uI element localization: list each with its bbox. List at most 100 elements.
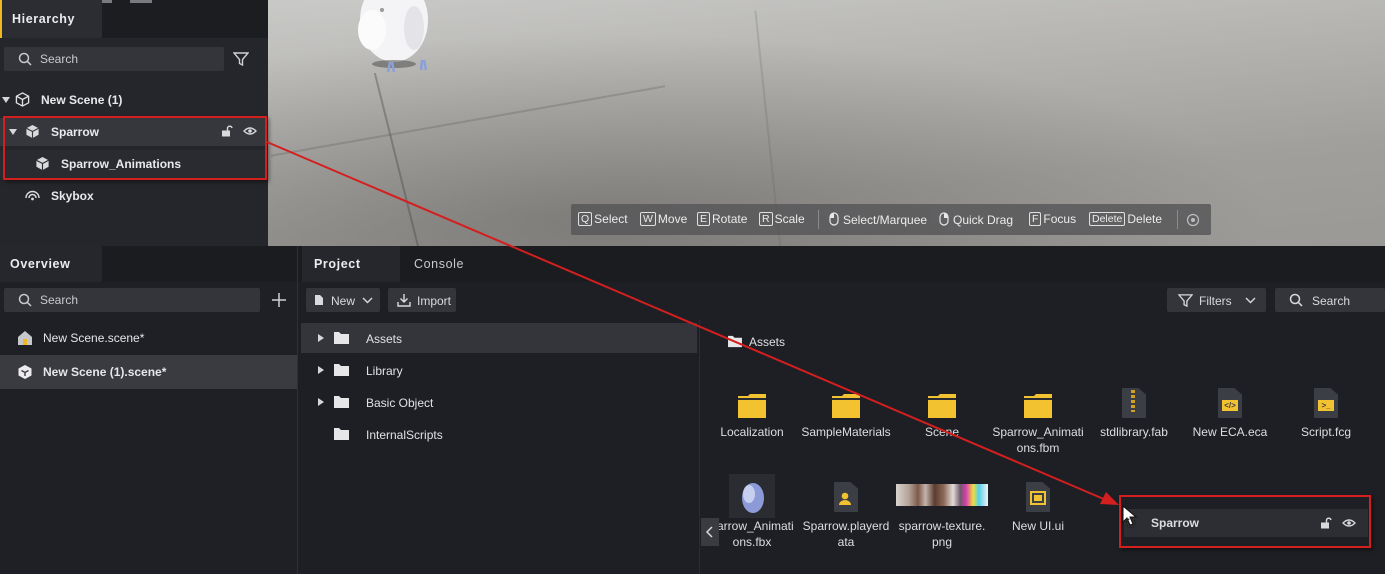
asset-label: Script.fcg [1300, 425, 1351, 439]
ground-crack [373, 72, 425, 246]
folder-label: Basic Object [366, 396, 434, 410]
project-search-input[interactable]: Search [1275, 288, 1385, 312]
asset-scene[interactable]: Scene [894, 378, 990, 440]
tab-console[interactable]: Console [402, 246, 474, 282]
asset-samplematerials[interactable]: SampleMaterials [798, 378, 894, 440]
tool-label: Rotate [712, 212, 748, 226]
texture-thumbnail [896, 484, 988, 506]
hierarchy-search-input[interactable]: Search [4, 47, 224, 71]
asset-label-cont: ons.fbm [1016, 441, 1060, 455]
tool-select[interactable]: Q Select [578, 212, 628, 228]
folder-row-assets[interactable]: Assets [301, 323, 697, 353]
folder-tree: Assets Library Basic Object InternalScri… [298, 320, 700, 574]
asset-script-fcg[interactable]: >_ Script.fcg [1278, 378, 1374, 440]
folder-icon [728, 335, 742, 348]
asset-label: sparrow-texture. [898, 519, 986, 533]
folder-icon [832, 394, 860, 418]
house-icon [18, 331, 32, 345]
hierarchy-item-skybox[interactable]: Skybox [0, 182, 268, 210]
filter-icon [1178, 294, 1193, 308]
scene-item-new-scene[interactable]: New Scene.scene* [0, 321, 297, 355]
scene-root-row[interactable]: New Scene (1) [0, 86, 268, 114]
asset-sparrow-animations-fbm[interactable]: Sparrow_Animati ons.fbm [990, 378, 1086, 456]
folder-row-internal-scripts[interactable]: InternalScripts [301, 419, 697, 449]
filter-icon[interactable] [233, 51, 249, 67]
folder-label: InternalScripts [366, 428, 443, 442]
folder-icon [334, 332, 349, 344]
add-icon[interactable] [271, 292, 287, 308]
zip-file-icon [1122, 388, 1146, 418]
tab-project[interactable]: Project [302, 246, 400, 282]
mouse-right-icon [939, 212, 949, 226]
new-button-label: New [331, 294, 356, 308]
expand-caret-icon[interactable] [318, 366, 324, 374]
tool-focus[interactable]: F Focus [1029, 212, 1076, 228]
grid-scroll-left-button[interactable] [701, 518, 719, 546]
folder-row-basic-object[interactable]: Basic Object [301, 387, 697, 417]
toolbar-divider [818, 210, 819, 229]
asset-sparrow-texture[interactable]: sparrow-texture. png [894, 472, 990, 550]
folder-icon [334, 428, 349, 440]
folder-label: Library [366, 364, 403, 378]
shortcut-key: F [1029, 212, 1042, 226]
import-button-label: Import [417, 294, 452, 308]
tab-overview[interactable]: Overview [0, 246, 102, 282]
expand-caret-icon[interactable] [2, 97, 10, 103]
shortcut-key: R [759, 212, 773, 226]
asset-stdlibrary-fab[interactable]: stdlibrary.fab [1086, 378, 1182, 440]
sparrow-model[interactable] [352, 0, 442, 75]
expand-caret-icon[interactable] [318, 398, 324, 406]
search-placeholder: Search [1312, 294, 1351, 308]
gizmo-settings-icon[interactable] [1186, 213, 1200, 227]
tab-hierarchy[interactable]: Hierarchy [0, 0, 102, 38]
search-icon [1289, 293, 1303, 307]
asset-new-ui[interactable]: New UI.ui [990, 472, 1086, 534]
search-placeholder: Search [40, 293, 79, 307]
script-file-icon: >_ [1314, 388, 1338, 418]
search-icon [18, 293, 32, 307]
hierarchy-item-label: Skybox [51, 189, 94, 203]
expand-caret-icon[interactable] [318, 334, 324, 342]
asset-localization[interactable]: Localization [704, 378, 800, 440]
scene-root-label: New Scene (1) [41, 93, 123, 107]
tool-delete[interactable]: Delete Delete [1089, 212, 1162, 228]
tool-quick-drag[interactable]: Quick Drag [939, 212, 1013, 228]
folder-icon [928, 394, 956, 418]
shortcut-key: Q [578, 212, 593, 226]
folder-row-library[interactable]: Library [301, 355, 697, 385]
asset-label-cont: ata [837, 535, 855, 549]
scene-viewport[interactable]: Q Select W Move E Rotate R Scale Select/Marq… [268, 0, 1385, 246]
scene-item-new-scene-1[interactable]: New Scene (1).scene* [0, 355, 297, 389]
shortcut-key: E [697, 212, 711, 226]
skybox-icon [25, 190, 40, 201]
tool-rotate[interactable]: E Rotate [697, 212, 747, 228]
folder-icon [738, 394, 766, 418]
tool-label: Select/Marquee [843, 213, 928, 227]
overview-panel: Overview Search New Scene.scene* New Sce… [0, 246, 298, 574]
tool-select-marquee[interactable]: Select/Marquee [829, 212, 927, 228]
filters-button-label: Filters [1199, 294, 1232, 308]
eca-file-icon: </> [1218, 388, 1242, 418]
tool-label: Quick Drag [953, 213, 1014, 227]
chevron-left-icon [705, 526, 713, 538]
folder-icon [334, 396, 349, 408]
import-button[interactable]: Import [388, 288, 456, 312]
chevron-down-icon [1245, 297, 1256, 304]
import-icon [397, 294, 411, 307]
folder-icon [334, 364, 349, 376]
toolbar-divider [1177, 210, 1178, 229]
tool-move[interactable]: W Move [640, 212, 687, 228]
new-button[interactable]: New [306, 288, 380, 312]
overview-search-input[interactable]: Search [4, 288, 260, 312]
asset-new-eca[interactable]: </> New ECA.eca [1182, 378, 1278, 440]
asset-label: Sparrow_Animati [992, 425, 1084, 439]
tool-scale[interactable]: R Scale [759, 212, 805, 228]
tool-label: Delete [1127, 212, 1163, 226]
asset-label: stdlibrary.fab [1100, 425, 1168, 439]
player-data-icon [834, 482, 858, 512]
asset-sparrow-playerdata[interactable]: Sparrow.playerd ata [798, 472, 894, 550]
ground-crack [270, 85, 666, 157]
breadcrumb[interactable]: Assets [749, 335, 785, 349]
filters-button[interactable]: Filters [1167, 288, 1266, 312]
asset-label: New UI.ui [1011, 519, 1064, 533]
